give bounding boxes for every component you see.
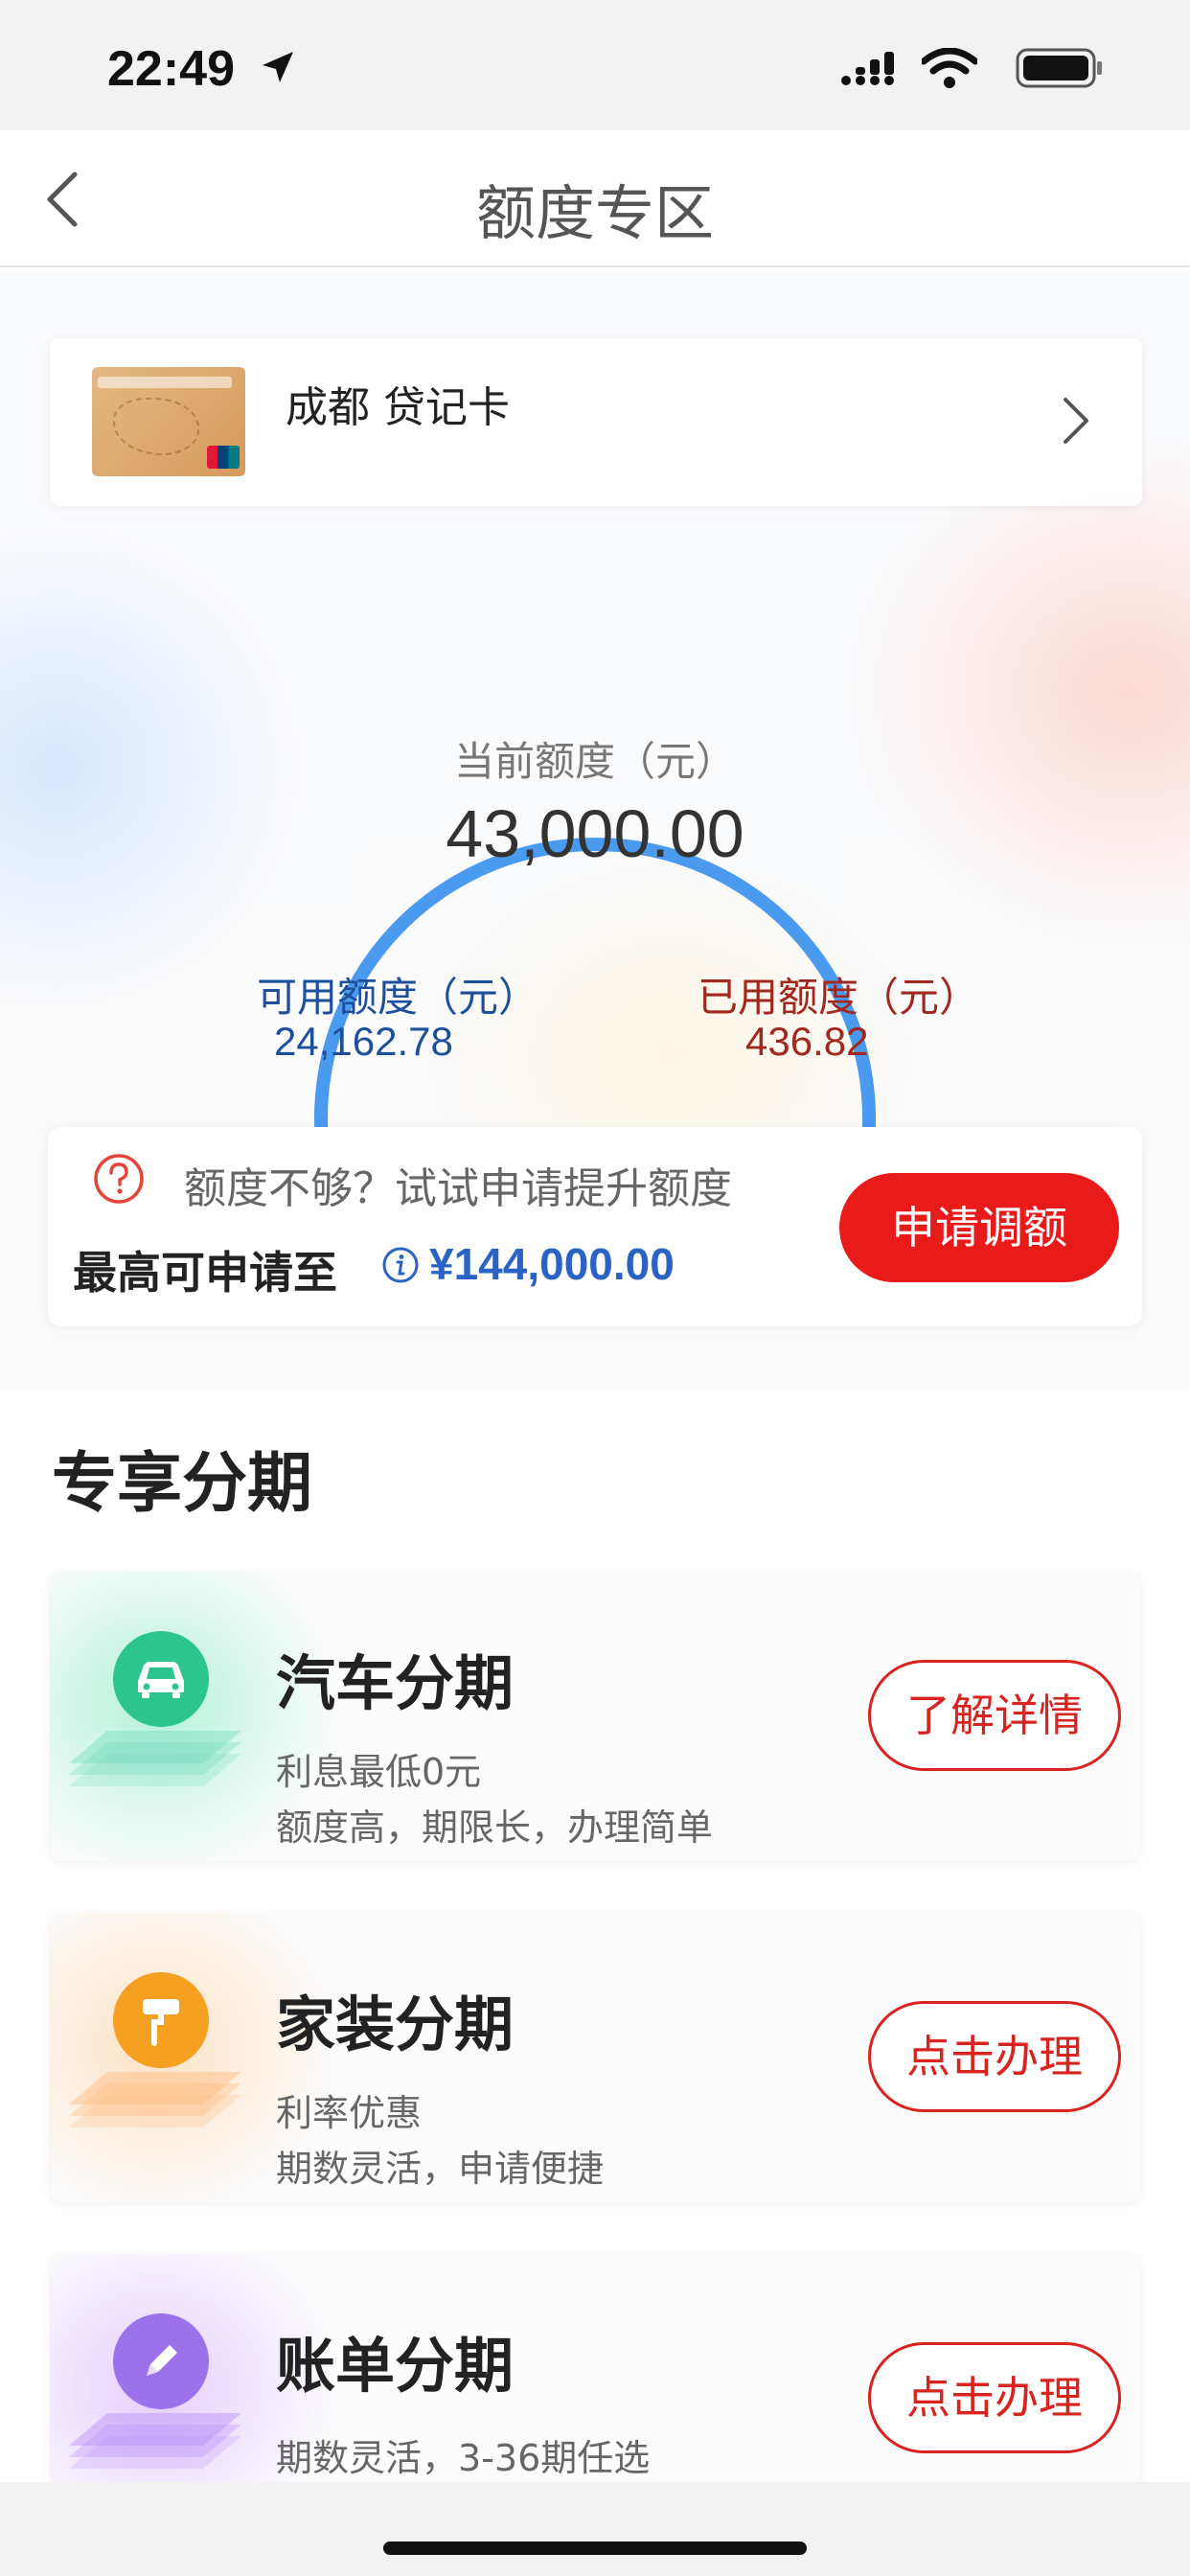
apply-now-button[interactable]: 点击办理 <box>868 2342 1121 2453</box>
nav-bar: 额度专区 <box>0 130 1190 267</box>
unionpay-logo-icon <box>207 446 240 469</box>
used-limit-value: 436.82 <box>745 1019 869 1064</box>
wifi-icon <box>922 48 977 88</box>
platform-decoration <box>69 2072 241 2128</box>
increase-hint-text: 额度不够？试试申请提升额度 <box>184 1164 732 1213</box>
max-apply-label: 最高可申请至 <box>73 1247 337 1299</box>
apply-adjust-button[interactable]: 申请调额 <box>839 1173 1119 1282</box>
car-icon <box>113 1631 209 1727</box>
installment-card-home[interactable]: 家装分期 利率优惠 期数灵活，申请便捷 点击办理 <box>50 1913 1140 2202</box>
question-circle-icon[interactable] <box>92 1152 146 1206</box>
current-limit-value: 43,000.00 <box>446 796 744 871</box>
pencil-icon <box>113 2313 209 2409</box>
paint-roller-icon <box>113 1972 209 2068</box>
platform-decoration <box>69 2413 241 2469</box>
location-arrow-icon <box>263 52 293 82</box>
available-limit-value: 24,162.78 <box>274 1019 453 1064</box>
apply-now-button[interactable]: 点击办理 <box>868 2001 1121 2112</box>
installment-card-bill[interactable]: 账单分期 期数灵活，3-36期任选 点击办理 <box>50 2254 1140 2503</box>
home-indicator[interactable] <box>383 2542 807 2555</box>
installment-description: 额度高，期限长，办理简单 <box>276 1806 714 1849</box>
available-limit-label: 可用额度（元） <box>257 974 539 1021</box>
installment-title: 家装分期 <box>276 1990 515 2059</box>
installment-subtitle: 利率优惠 <box>276 2092 423 2134</box>
installment-card-car[interactable]: 汽车分期 利息最低0元 额度高，期限长，办理简单 了解详情 <box>50 1572 1140 1861</box>
status-bar: 22:49 <box>0 0 1190 130</box>
max-apply-value: ¥144,000.00 <box>429 1239 675 1289</box>
info-icon[interactable] <box>381 1246 420 1284</box>
installment-title: 账单分期 <box>276 2331 515 2401</box>
installment-subtitle: 期数灵活，3-36期任选 <box>276 2437 651 2479</box>
cellular-signal-icon <box>841 52 894 85</box>
used-limit-label: 已用额度（元） <box>698 974 980 1021</box>
platform-decoration <box>69 1731 241 1786</box>
installment-title: 汽车分期 <box>276 1648 515 1718</box>
current-limit-label: 当前额度（元） <box>453 738 736 785</box>
home-indicator-area <box>0 2482 1190 2576</box>
card-name: 成都 贷记卡 <box>286 383 510 432</box>
limit-increase-card: 额度不够？试试申请提升额度 最高可申请至 ¥144,000.00 申请调额 <box>48 1127 1142 1326</box>
credit-limit-hero: 成都 贷记卡 当前额度（元） 43,000.00 可用额度（元） 24,162.… <box>0 269 1190 1391</box>
installment-description: 期数灵活，申请便捷 <box>276 2148 605 2190</box>
learn-more-button[interactable]: 了解详情 <box>868 1660 1121 1771</box>
chevron-right-icon <box>1064 398 1088 444</box>
card-selector[interactable]: 成都 贷记卡 <box>50 338 1142 506</box>
installment-subtitle: 利息最低0元 <box>276 1751 482 1793</box>
page-title: 额度专区 <box>475 178 714 248</box>
battery-icon <box>1016 48 1102 88</box>
status-time: 22:49 <box>107 41 235 97</box>
section-title: 专享分期 <box>52 1446 313 1522</box>
card-thumbnail <box>92 367 245 476</box>
